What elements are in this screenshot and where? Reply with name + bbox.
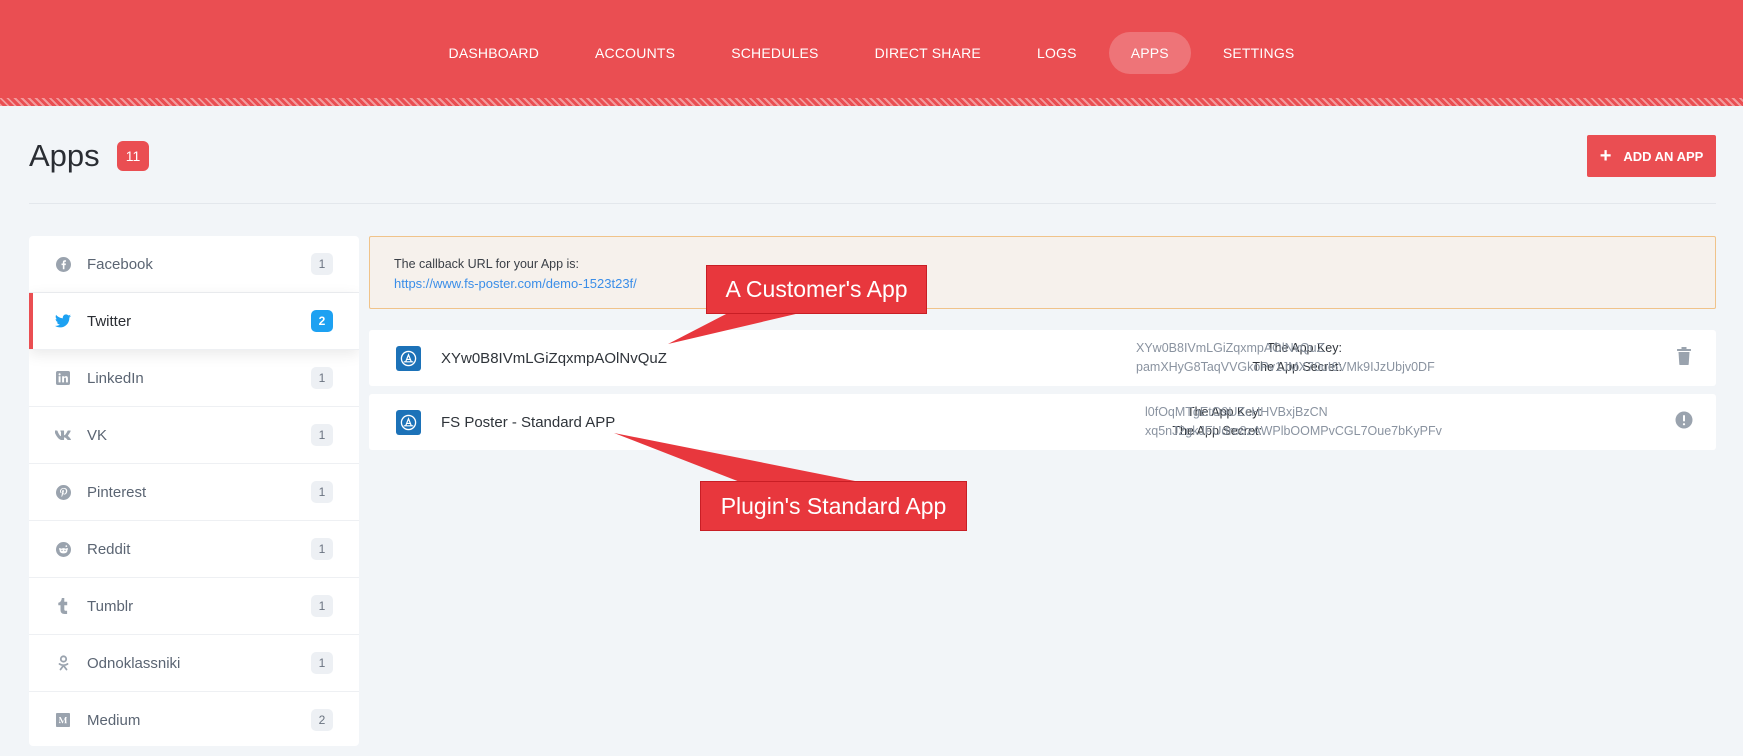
pinterest-icon <box>55 484 71 500</box>
app-name: XYw0B8IVmLGiZqxmpAOlNvQuZ <box>441 350 667 367</box>
callout-customer-app: A Customer's App <box>706 265 927 314</box>
trash-icon <box>1676 346 1692 370</box>
sidebar-item-label: Twitter <box>87 312 132 330</box>
sidebar-item-count: 1 <box>311 367 333 389</box>
sidebar-item-count: 1 <box>311 253 333 275</box>
sidebar-item-label: Medium <box>87 711 141 729</box>
sidebar-item-tumblr[interactable]: Tumblr 1 <box>29 578 359 635</box>
sidebar-item-vk[interactable]: VK 1 <box>29 407 359 464</box>
callback-text: The callback URL for your App is: <box>394 257 580 271</box>
sidebar-item-label: VK <box>87 426 108 444</box>
top-navigation-bar: DASHBOARD ACCOUNTS SCHEDULES DIRECT SHAR… <box>0 0 1743 106</box>
nav-accounts[interactable]: ACCOUNTS <box>571 32 699 74</box>
add-app-button-label: ADD AN APP <box>1623 148 1704 164</box>
sidebar-item-count: 1 <box>311 481 333 503</box>
sidebar-item-label: Tumblr <box>87 597 134 615</box>
nav-apps[interactable]: APPS <box>1108 32 1191 74</box>
info-icon <box>1675 411 1693 434</box>
delete-app-button[interactable] <box>1674 346 1694 370</box>
tumblr-icon <box>55 598 71 614</box>
callback-url-link[interactable]: https://www.fs-poster.com/demo-1523t23f/ <box>394 276 637 291</box>
sidebar-item-count: 1 <box>311 652 333 674</box>
sidebar-item-medium[interactable]: Medium 2 <box>29 692 359 746</box>
sidebar-item-count: 1 <box>311 595 333 617</box>
app-key-value: l0fOqMTgEtO9UZcHHVBxjBzCN <box>1145 405 1328 419</box>
app-icon <box>396 346 421 371</box>
app-icon <box>396 410 421 435</box>
network-sidebar: Facebook 1 Twitter 2 LinkedIn 1 VK 1 Pin… <box>29 236 359 746</box>
add-app-button[interactable]: + ADD AN APP <box>1587 135 1716 177</box>
sidebar-item-reddit[interactable]: Reddit 1 <box>29 521 359 578</box>
app-info-button[interactable] <box>1674 411 1694 434</box>
nav-logs[interactable]: LOGS <box>1013 32 1101 74</box>
header-divider <box>29 203 1716 204</box>
main-nav: DASHBOARD ACCOUNTS SCHEDULES DIRECT SHAR… <box>0 32 1743 74</box>
odnoklassniki-icon <box>55 655 71 671</box>
nav-settings[interactable]: SETTINGS <box>1199 32 1319 74</box>
sidebar-item-count: 1 <box>311 424 333 446</box>
medium-icon <box>55 712 71 728</box>
sidebar-item-label: Reddit <box>87 540 131 558</box>
sidebar-item-label: LinkedIn <box>87 369 144 387</box>
sidebar-item-twitter[interactable]: Twitter 2 <box>29 293 359 350</box>
nav-schedules[interactable]: SCHEDULES <box>707 32 842 74</box>
sidebar-item-linkedin[interactable]: LinkedIn 1 <box>29 350 359 407</box>
callback-url-notice: The callback URL for your App is: https:… <box>369 236 1716 309</box>
facebook-icon <box>55 256 71 272</box>
apps-count-badge: 11 <box>117 141 149 171</box>
page-title: Apps <box>29 138 100 173</box>
sidebar-item-pinterest[interactable]: Pinterest 1 <box>29 464 359 521</box>
app-row-customer: XYw0B8IVmLGiZqxmpAOlNvQuZ The App Key: X… <box>369 330 1716 386</box>
app-row-standard: FS Poster - Standard APP The App Key: l0… <box>369 394 1716 450</box>
sidebar-item-label: Facebook <box>87 255 153 273</box>
topbar-stripe-decoration <box>0 98 1743 106</box>
sidebar-item-label: Odnoklassniki <box>87 654 181 672</box>
sidebar-item-odnoklassniki[interactable]: Odnoklassniki 1 <box>29 635 359 692</box>
sidebar-item-count: 1 <box>311 538 333 560</box>
sidebar-item-facebook[interactable]: Facebook 1 <box>29 236 359 293</box>
nav-dashboard[interactable]: DASHBOARD <box>425 32 563 74</box>
callout-standard-app: Plugin's Standard App <box>700 481 967 531</box>
twitter-icon <box>55 313 71 329</box>
app-secret-value: xq5nJ2gkJFUdro8zAWPlbOOMPvCGL7Oue7bKyPFv <box>1145 424 1442 438</box>
reddit-icon <box>55 541 71 557</box>
sidebar-item-label: Pinterest <box>87 483 147 501</box>
nav-direct-share[interactable]: DIRECT SHARE <box>851 32 1005 74</box>
vk-icon <box>55 427 71 443</box>
app-secret-value: pamXHyG8TaqVVGkoPv1JMX70uI6VMk9IJzUbjv0D… <box>1136 360 1435 374</box>
app-name: FS Poster - Standard APP <box>441 414 616 431</box>
sidebar-item-count: 2 <box>311 310 333 332</box>
linkedin-icon <box>55 370 71 386</box>
app-key-value: XYw0B8IVmLGiZqxmpAOlNvQuZ <box>1136 341 1325 355</box>
plus-icon: + <box>1599 145 1612 167</box>
sidebar-item-count: 2 <box>311 709 333 731</box>
